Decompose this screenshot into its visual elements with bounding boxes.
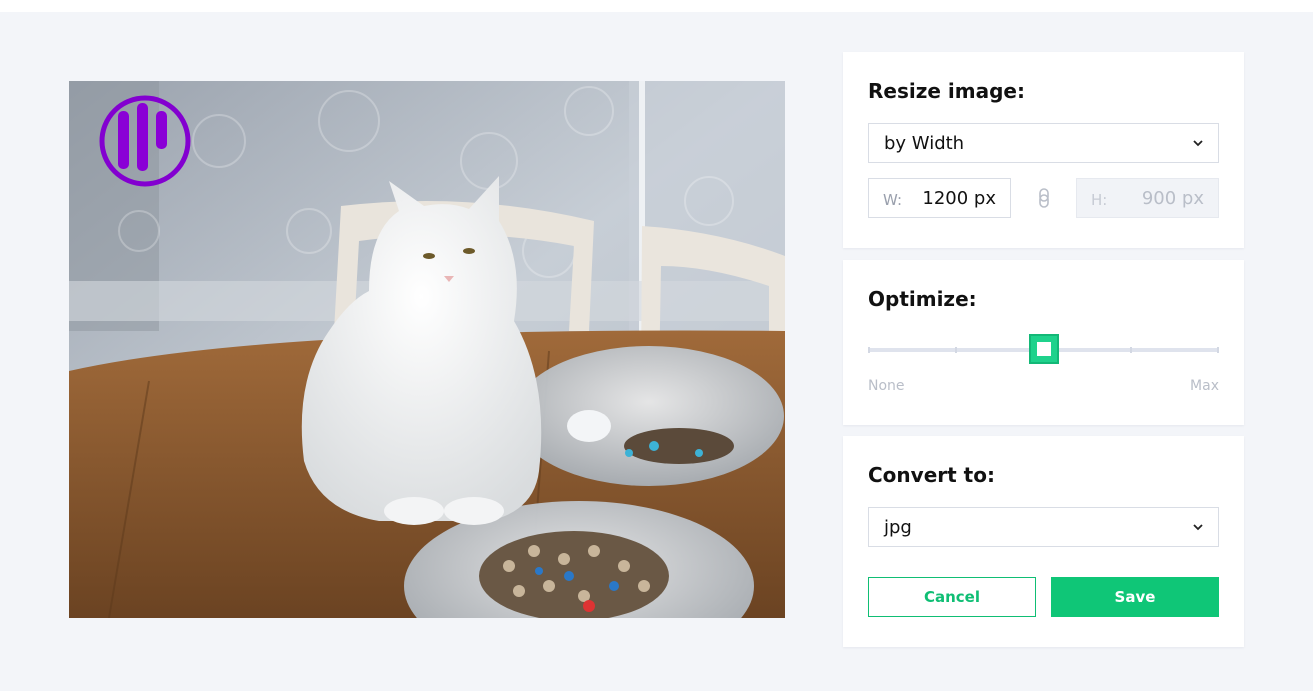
optimize-title: Optimize: [868, 287, 977, 311]
photo-cat-on-table [69, 81, 785, 618]
width-value: 1200 px [922, 188, 996, 209]
resize-panel: Resize image: by Width W: 1200 px H: 900… [843, 52, 1244, 248]
width-label: W: [883, 191, 903, 209]
optimize-max-label: Max [1190, 378, 1219, 394]
optimize-min-label: None [868, 378, 905, 394]
width-input[interactable]: W: 1200 px [868, 178, 1011, 218]
resize-title: Resize image: [868, 79, 1025, 103]
format-select[interactable]: jpg [868, 507, 1219, 547]
height-label: H: [1091, 191, 1108, 209]
optimize-slider-handle[interactable] [1028, 334, 1059, 364]
slider-tick [955, 347, 957, 353]
link-icon[interactable] [1037, 188, 1051, 208]
chevron-down-icon [1193, 140, 1203, 147]
height-input[interactable]: H: 900 px [1076, 178, 1219, 218]
save-button[interactable]: Save [1051, 577, 1219, 617]
resize-mode-select[interactable]: by Width [868, 123, 1219, 163]
optimize-slider-track[interactable] [868, 334, 1219, 364]
format-value: jpg [884, 516, 912, 538]
chevron-down-icon [1193, 524, 1203, 531]
resize-mode-value: by Width [884, 132, 965, 154]
slider-tick [1217, 347, 1219, 353]
slider-tick [868, 347, 870, 353]
image-preview [69, 81, 785, 618]
optimize-panel: Optimize: None Max [843, 260, 1244, 425]
slider-handle-center [1036, 342, 1051, 356]
cancel-button[interactable]: Cancel [868, 577, 1036, 617]
height-value: 900 px [1141, 188, 1204, 209]
slider-tick [1130, 347, 1132, 353]
convert-title: Convert to: [868, 463, 995, 487]
convert-panel: Convert to: jpg Cancel Save [843, 436, 1244, 647]
